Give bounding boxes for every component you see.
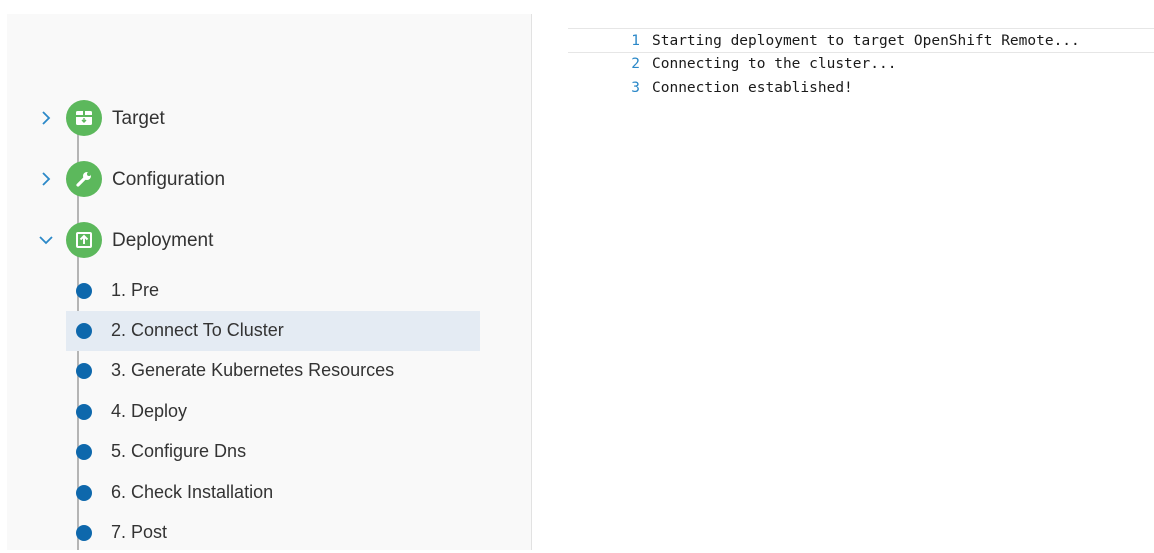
step-generate-kubernetes-resources[interactable]: 3. Generate Kubernetes Resources [66,351,480,391]
stage-label: Target [112,108,165,129]
log-text: Connecting to the cluster... [652,56,897,72]
step-configure-dns[interactable]: 5. Configure Dns [66,432,480,472]
stage-label: Configuration [112,169,226,190]
step-check-installation[interactable]: 6. Check Installation [66,473,480,513]
log-line: 3 Connection established! [568,76,1154,100]
upload-icon [66,222,102,258]
chevron-down-icon[interactable] [35,229,57,251]
step-status-dot [76,485,92,501]
step-label: 3. Generate Kubernetes Resources [111,360,395,380]
step-label: 2. Connect To Cluster [111,320,284,340]
step-status-dot [76,283,92,299]
step-deploy[interactable]: 4. Deploy [66,392,480,432]
step-label: 5. Configure Dns [111,441,247,461]
line-number: 2 [631,56,640,72]
step-status-dot [76,363,92,379]
chevron-right-icon[interactable] [35,107,57,129]
log-line: 1 Starting deployment to target OpenShif… [568,28,1154,53]
step-label: 6. Check Installation [111,482,274,502]
log-text: Starting deployment to target OpenShift … [652,33,1080,49]
step-status-dot [76,404,92,420]
stage-deployment[interactable]: Deployment [0,221,500,261]
step-post[interactable]: 7. Post [66,513,480,553]
chevron-right-icon[interactable] [35,168,57,190]
line-number: 1 [631,33,640,49]
stage-label: Deployment [112,230,214,251]
log-line: 2 Connecting to the cluster... [568,52,1154,76]
step-label: 1. Pre [111,280,160,300]
line-number: 3 [631,80,640,96]
target-box-icon [66,100,102,136]
wrench-icon [66,161,102,197]
step-status-dot [76,444,92,460]
stage-target[interactable]: Target [0,99,500,139]
step-connect-to-cluster[interactable]: 2. Connect To Cluster [66,311,480,351]
stage-configuration[interactable]: Configuration [0,160,500,200]
log-viewer[interactable]: 1 Starting deployment to target OpenShif… [568,26,1154,550]
step-status-dot [76,323,92,339]
step-pre[interactable]: 1. Pre [66,271,480,311]
step-status-dot [76,525,92,541]
step-label: 7. Post [111,522,168,542]
step-label: 4. Deploy [111,401,188,421]
log-text: Connection established! [652,80,853,96]
